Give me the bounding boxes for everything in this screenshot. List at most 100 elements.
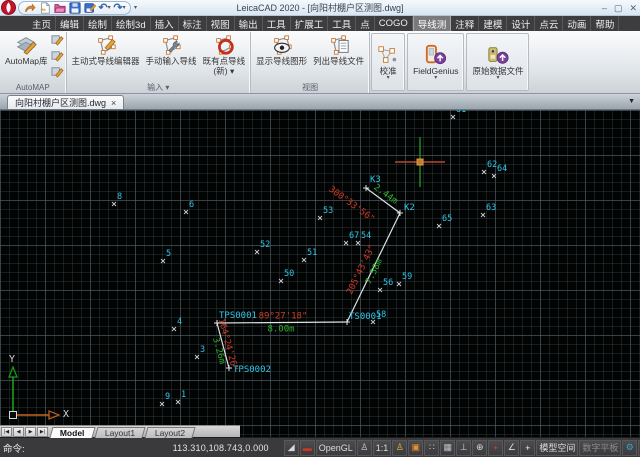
ribbon-button-label: 显示导线图形 (256, 57, 307, 67)
grid-toggle-icon[interactable]: ▦ (440, 440, 455, 456)
new-file-icon[interactable] (38, 1, 51, 14)
command-line-prompt[interactable]: 命令: (3, 441, 25, 455)
ribbon-group-fieldgenius: FieldGenius▾ (407, 33, 464, 91)
annotation-person-icon[interactable]: ♙ (357, 440, 372, 456)
layout-nav-1-icon[interactable]: ◀ (13, 427, 24, 437)
hardware-toggle-icon[interactable]: ▬ (300, 440, 315, 456)
list-traverse-files-icon (328, 33, 350, 57)
ucs-y-label: Y (9, 355, 15, 365)
menu-tab-8[interactable]: 工具 (263, 16, 291, 32)
ortho-toggle-icon[interactable]: ⊥ (456, 440, 471, 456)
annotation-autoscale-icon[interactable]: ▣ (408, 440, 423, 456)
ribbon-button-active-traverse-editor[interactable]: 主动式导线编辑器 (69, 32, 143, 68)
automap-library-icon (15, 33, 37, 57)
menu-tab-11[interactable]: 点 (356, 16, 375, 32)
annotation-scale[interactable]: 1:1 (373, 440, 392, 456)
point-label-6: 6 (189, 201, 194, 210)
menu-tab-6[interactable]: 视图 (207, 16, 235, 32)
crosshair-toggle-icon[interactable]: + (520, 440, 535, 456)
menu-tab-7[interactable]: 输出 (235, 16, 263, 32)
menu-tab-16[interactable]: 设计 (507, 16, 535, 32)
layout-tab-label: Layout2 (155, 428, 185, 438)
open-folder-icon[interactable] (53, 1, 66, 14)
point-label-62: 62 (487, 161, 497, 170)
layout-nav-3-icon[interactable]: ▶| (37, 427, 48, 437)
snap-toggle-icon[interactable]: ∷ (424, 440, 439, 456)
point-label-67: 67 (349, 232, 359, 241)
point-label-1: 1 (181, 391, 186, 400)
automap-mini-icon[interactable] (51, 65, 64, 80)
ribbon-button-calibrate[interactable]: 校准▾ (374, 42, 402, 83)
settings-gear-icon[interactable]: ⚙ (622, 440, 637, 456)
point-label-51: 51 (307, 249, 317, 258)
menu-tab-12[interactable]: COGO (375, 17, 413, 30)
layout-tab-label: Model (60, 428, 85, 438)
menu-tab-3[interactable]: 绘制3d (112, 16, 151, 32)
menu-tab-18[interactable]: 动画 (563, 16, 591, 32)
menu-tab-5[interactable]: 标注 (179, 16, 207, 32)
menu-tab-2[interactable]: 绘制 (84, 16, 112, 32)
close-button[interactable]: ✕ (629, 1, 637, 15)
polar-toggle-icon[interactable]: ⊕ (472, 440, 487, 456)
window-controls: – ▢ ✕ (602, 1, 640, 15)
send-icon[interactable] (23, 1, 36, 14)
undo-icon[interactable]: ↶▾ (98, 1, 111, 14)
performance-toggle-icon[interactable]: ◢ (284, 440, 299, 456)
angle-toggle-icon[interactable]: ∠ (504, 440, 519, 456)
menu-tab-13[interactable]: 导线测 (413, 15, 452, 33)
point-label-9: 9 (165, 393, 170, 402)
automap-mini-icon[interactable] (51, 49, 64, 64)
document-tab[interactable]: 向阳村棚户区测图.dwg × (7, 95, 124, 109)
ribbon-button-fieldgenius[interactable]: FieldGenius▾ (410, 42, 461, 83)
ribbon-group-view: 显示导线图形列出导线文件视图 (251, 32, 370, 93)
customize-arrow-icon[interactable]: ▾ (134, 4, 137, 11)
annotation-visibility-icon[interactable]: ♙ (392, 440, 407, 456)
menu-tab-15[interactable]: 建模 (479, 16, 507, 32)
menu-tab-10[interactable]: 工具 (328, 16, 356, 32)
ribbon-group-automap: AutoMap库AutoMAP (0, 32, 67, 93)
layout-tab-layout2[interactable]: Layout2 (144, 427, 195, 438)
ribbon-button-raw-data-files[interactable]: 原始数据文件▾ (469, 42, 526, 83)
layout-tab-model[interactable]: Model (49, 427, 95, 438)
drawing-geometry (0, 110, 640, 437)
point-label-4: 4 (177, 318, 182, 327)
menu-tab-17[interactable]: 点云 (535, 16, 563, 32)
layout-tabs: Model Layout1 Layout2 (51, 426, 196, 438)
menu-tab-4[interactable]: 插入 (151, 16, 179, 32)
point-label-64: 64 (497, 165, 507, 174)
automap-mini-icon[interactable] (51, 33, 64, 48)
layout-nav-0-icon[interactable]: |◀ (1, 427, 12, 437)
ribbon-button-show-traverse-graphics[interactable]: 显示导线图形 (253, 32, 310, 68)
redo-icon[interactable]: ↷▾ (113, 1, 126, 14)
app-logo[interactable] (1, 0, 16, 15)
opengl-button[interactable]: OpenGL (316, 440, 356, 456)
minimize-button[interactable]: – (602, 1, 607, 15)
station-label-TS0001: TS0001 (349, 313, 382, 322)
doc-tabs-menu-arrow-icon[interactable]: ▼ (628, 98, 635, 105)
layout-tab-layout1[interactable]: Layout1 (94, 427, 145, 438)
ribbon-button-manual-input-traverse[interactable]: 手动输入导线 (143, 32, 200, 68)
menu-tab-14[interactable]: 注释 (451, 16, 479, 32)
save-icon[interactable] (68, 1, 81, 14)
ribbon-tab-bar: 主页编辑绘制绘制3d插入标注视图输出工具扩展工工具点COGO导线测注释建模设计点… (0, 16, 640, 31)
layout-nav-2-icon[interactable]: ▶ (25, 427, 36, 437)
menu-tab-0[interactable]: 主页 (28, 16, 56, 32)
ribbon-button-label: 既有点导线(新) ▾ (203, 57, 246, 77)
document-tab-close-icon[interactable]: × (111, 98, 116, 108)
drawing-canvas[interactable]: 61626463658653525155067545659439158K3K2T… (0, 110, 640, 437)
coordinate-display[interactable]: 113.310,108.743,0.000 (173, 443, 269, 453)
osnap-toggle-icon[interactable]: + (488, 440, 503, 456)
menu-tab-9[interactable]: 扩展工 (291, 16, 329, 32)
maximize-button[interactable]: ▢ (614, 1, 623, 15)
existing-point-traverse-icon (213, 33, 235, 57)
digitizer-button[interactable]: 数字平板 (579, 440, 621, 456)
menu-tab-19[interactable]: 帮助 (591, 16, 619, 32)
ribbon-button-label: 列出导线文件 (313, 57, 364, 67)
model-space-button[interactable]: 模型空间 (536, 440, 578, 456)
ribbon-button-existing-point-traverse[interactable]: 既有点导线(新) ▾ (200, 32, 249, 78)
menu-tab-1[interactable]: 编辑 (56, 16, 84, 32)
layout-tab-label: Layout1 (104, 428, 134, 438)
save-as-icon[interactable] (83, 1, 96, 14)
ribbon-button-list-traverse-files[interactable]: 列出导线文件 (310, 32, 367, 68)
ribbon-button-automap-library[interactable]: AutoMap库 (2, 32, 51, 68)
